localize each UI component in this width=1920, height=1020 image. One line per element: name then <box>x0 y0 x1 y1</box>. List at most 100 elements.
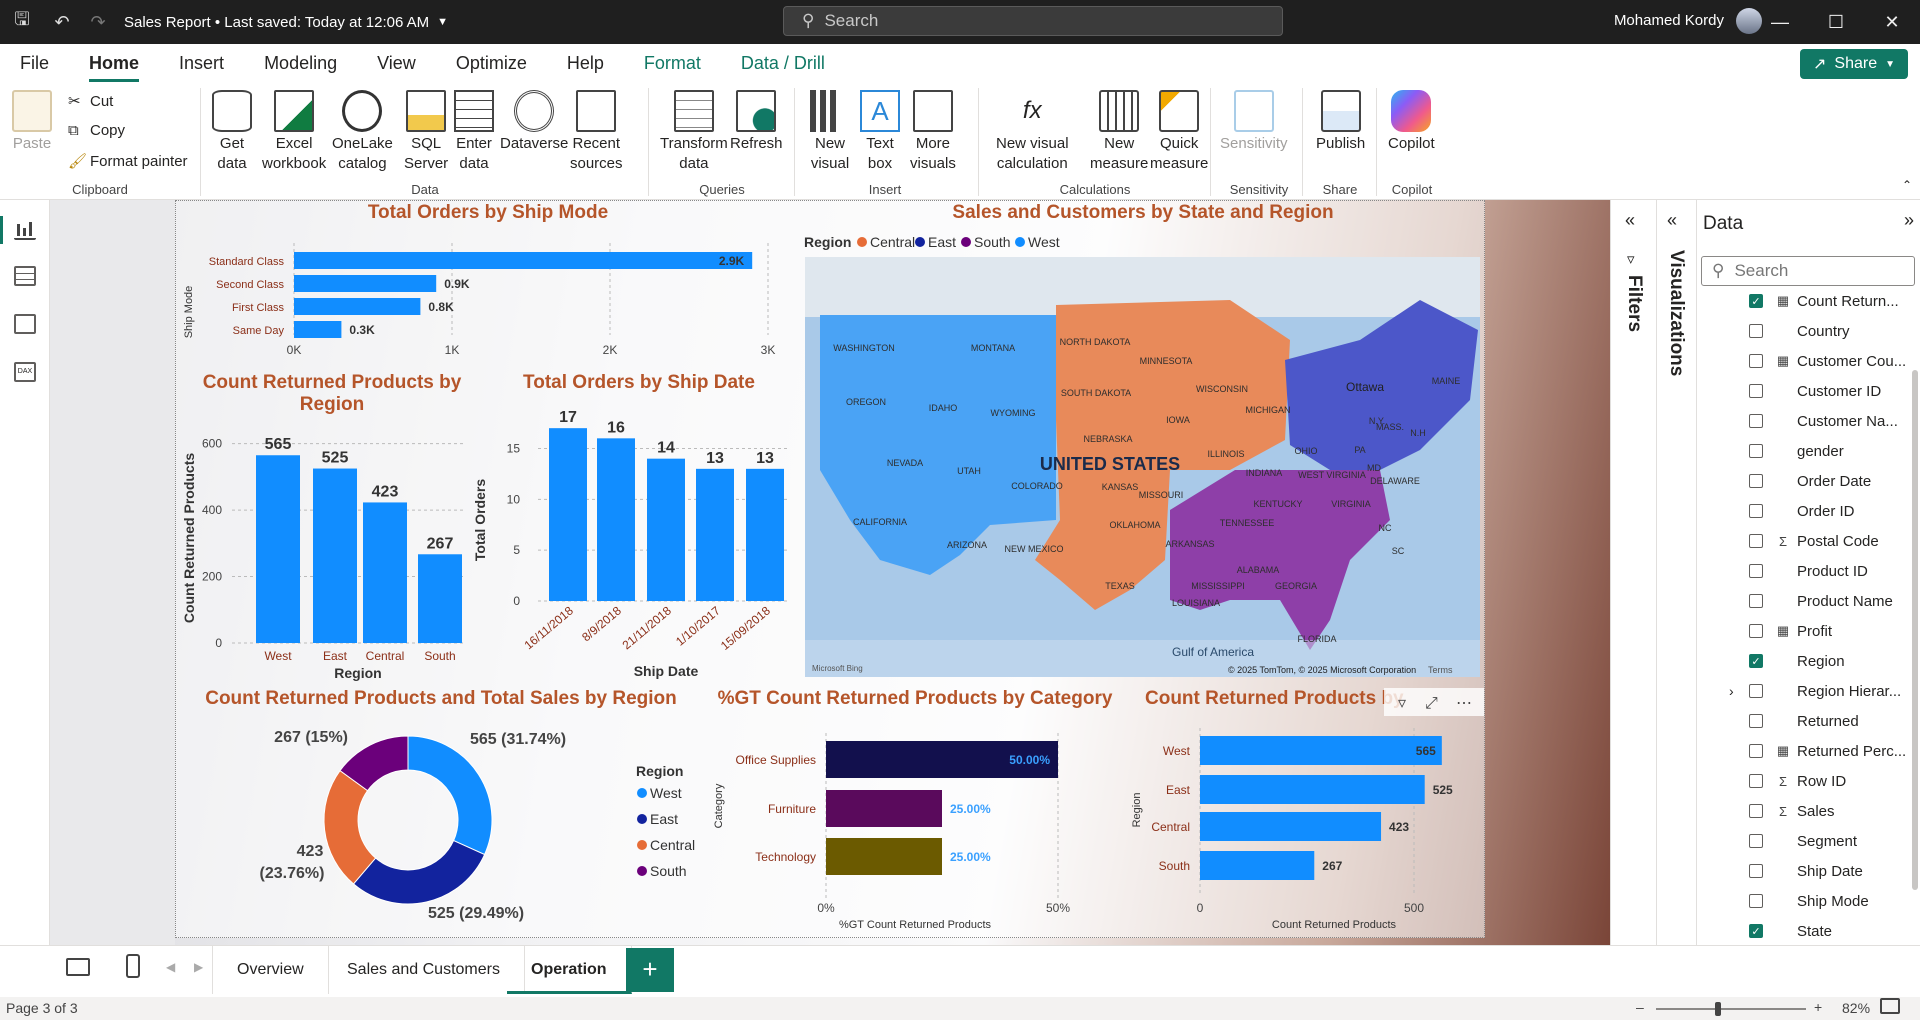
field-item[interactable]: ✓ Region <box>1697 646 1917 676</box>
field-item[interactable]: Σ Row ID <box>1697 766 1917 796</box>
field-item[interactable]: ✓ ▦ Count Return... <box>1697 286 1917 316</box>
bar[interactable] <box>746 468 784 601</box>
field-checkbox[interactable] <box>1749 594 1763 608</box>
legend-label[interactable]: West <box>1028 234 1060 250</box>
map-terms-link[interactable]: Terms <box>1428 665 1453 675</box>
field-checkbox[interactable]: ✓ <box>1749 294 1763 308</box>
more-options-icon[interactable]: ⋯ <box>1456 695 1472 712</box>
field-checkbox[interactable] <box>1749 624 1763 638</box>
bar[interactable] <box>1200 775 1425 804</box>
field-checkbox[interactable] <box>1749 504 1763 518</box>
page-tab-overview[interactable]: Overview <box>212 946 329 994</box>
bar[interactable] <box>313 468 357 643</box>
legend-label[interactable]: South <box>650 863 687 879</box>
field-item[interactable]: Order Date <box>1697 466 1917 496</box>
field-checkbox[interactable] <box>1749 354 1763 368</box>
field-checkbox[interactable] <box>1749 744 1763 758</box>
field-checkbox[interactable] <box>1749 864 1763 878</box>
field-item[interactable]: Product ID <box>1697 556 1917 586</box>
expand-icon[interactable]: » <box>1904 210 1914 231</box>
bar[interactable] <box>826 790 942 827</box>
field-item[interactable]: Order ID <box>1697 496 1917 526</box>
bar[interactable] <box>294 321 342 338</box>
scrollbar[interactable] <box>1912 370 1918 890</box>
field-item[interactable]: ▦ Returned Perc... <box>1697 736 1917 766</box>
collapse-icon[interactable]: « <box>1667 210 1677 231</box>
legend-label[interactable]: Central <box>870 234 915 250</box>
bar[interactable] <box>294 252 753 269</box>
legend-label[interactable]: East <box>928 234 956 250</box>
field-item[interactable]: ✓ State <box>1697 916 1917 946</box>
legend-label[interactable]: South <box>974 234 1011 250</box>
zoom-slider-thumb[interactable] <box>1715 1002 1721 1016</box>
field-item[interactable]: Product Name <box>1697 586 1917 616</box>
legend-label[interactable]: East <box>650 811 678 827</box>
desktop-layout-icon[interactable] <box>66 958 90 976</box>
bar[interactable] <box>418 554 462 643</box>
bar[interactable] <box>1200 736 1442 765</box>
bar[interactable] <box>294 275 437 292</box>
prev-page-icon[interactable]: ◀ <box>166 960 175 974</box>
field-item[interactable]: ▦ Profit <box>1697 616 1917 646</box>
field-checkbox[interactable] <box>1749 414 1763 428</box>
bar[interactable] <box>294 298 421 315</box>
field-item[interactable]: Returned <box>1697 706 1917 736</box>
map-country-label: UNITED STATES <box>1040 454 1180 474</box>
filters-pane[interactable]: « ▿ Filters <box>1610 200 1656 960</box>
mobile-layout-icon[interactable] <box>126 954 140 978</box>
field-checkbox[interactable] <box>1749 774 1763 788</box>
field-checkbox[interactable] <box>1749 714 1763 728</box>
next-page-icon[interactable]: ▶ <box>194 960 203 974</box>
field-checkbox[interactable] <box>1749 534 1763 548</box>
field-item[interactable]: Σ Postal Code <box>1697 526 1917 556</box>
field-item[interactable]: Country <box>1697 316 1917 346</box>
bar[interactable] <box>363 502 407 643</box>
expand-icon[interactable]: › <box>1729 683 1734 699</box>
collapse-icon[interactable]: « <box>1625 210 1635 231</box>
field-checkbox[interactable]: ✓ <box>1749 654 1763 668</box>
focus-mode-icon[interactable]: ⤢ <box>1425 695 1438 712</box>
bar[interactable] <box>1200 851 1315 880</box>
filter-icon[interactable]: ▿ <box>1398 695 1406 712</box>
field-item[interactable]: Σ Sales <box>1697 796 1917 826</box>
page-tab-sales-and-customers[interactable]: Sales and Customers <box>323 946 525 994</box>
field-checkbox[interactable] <box>1749 444 1763 458</box>
add-page-button[interactable]: + <box>626 948 674 992</box>
field-checkbox[interactable] <box>1749 564 1763 578</box>
zoom-out-icon[interactable]: – <box>1636 999 1644 1015</box>
bar[interactable] <box>256 455 300 643</box>
data-search-input[interactable]: ⚲ Search <box>1701 256 1915 286</box>
field-item[interactable]: Customer ID <box>1697 376 1917 406</box>
field-checkbox[interactable] <box>1749 684 1763 698</box>
visualizations-pane[interactable]: « Visualizations <box>1656 200 1696 960</box>
legend-label[interactable]: Central <box>650 837 695 853</box>
bar[interactable] <box>826 838 942 875</box>
field-item[interactable]: Ship Mode <box>1697 886 1917 916</box>
field-checkbox[interactable] <box>1749 834 1763 848</box>
field-checkbox[interactable] <box>1749 384 1763 398</box>
donut-slice[interactable] <box>407 735 493 856</box>
field-checkbox[interactable] <box>1749 474 1763 488</box>
field-item[interactable]: Segment <box>1697 826 1917 856</box>
field-checkbox[interactable] <box>1749 804 1763 818</box>
field-checkbox[interactable] <box>1749 894 1763 908</box>
field-item[interactable]: Ship Date <box>1697 856 1917 886</box>
field-item[interactable]: ▦ Customer Cou... <box>1697 346 1917 376</box>
page-tab-operation[interactable]: Operation <box>507 946 632 994</box>
field-checkbox[interactable]: ✓ <box>1749 924 1763 938</box>
bar[interactable] <box>647 458 685 601</box>
donut-slice[interactable] <box>352 839 486 905</box>
field-item[interactable]: › Region Hierar... <box>1697 676 1917 706</box>
bar[interactable] <box>597 438 635 601</box>
bar[interactable] <box>1200 812 1382 841</box>
field-item[interactable]: Customer Na... <box>1697 406 1917 436</box>
x-tick-label: South <box>424 649 455 663</box>
zoom-in-icon[interactable]: + <box>1814 999 1822 1015</box>
field-checkbox[interactable] <box>1749 324 1763 338</box>
zoom-slider[interactable] <box>1656 1002 1806 1016</box>
fit-to-page-icon[interactable] <box>1880 998 1900 1014</box>
bar[interactable] <box>549 428 587 601</box>
bar[interactable] <box>696 468 734 601</box>
legend-label[interactable]: West <box>650 785 682 801</box>
field-item[interactable]: gender <box>1697 436 1917 466</box>
